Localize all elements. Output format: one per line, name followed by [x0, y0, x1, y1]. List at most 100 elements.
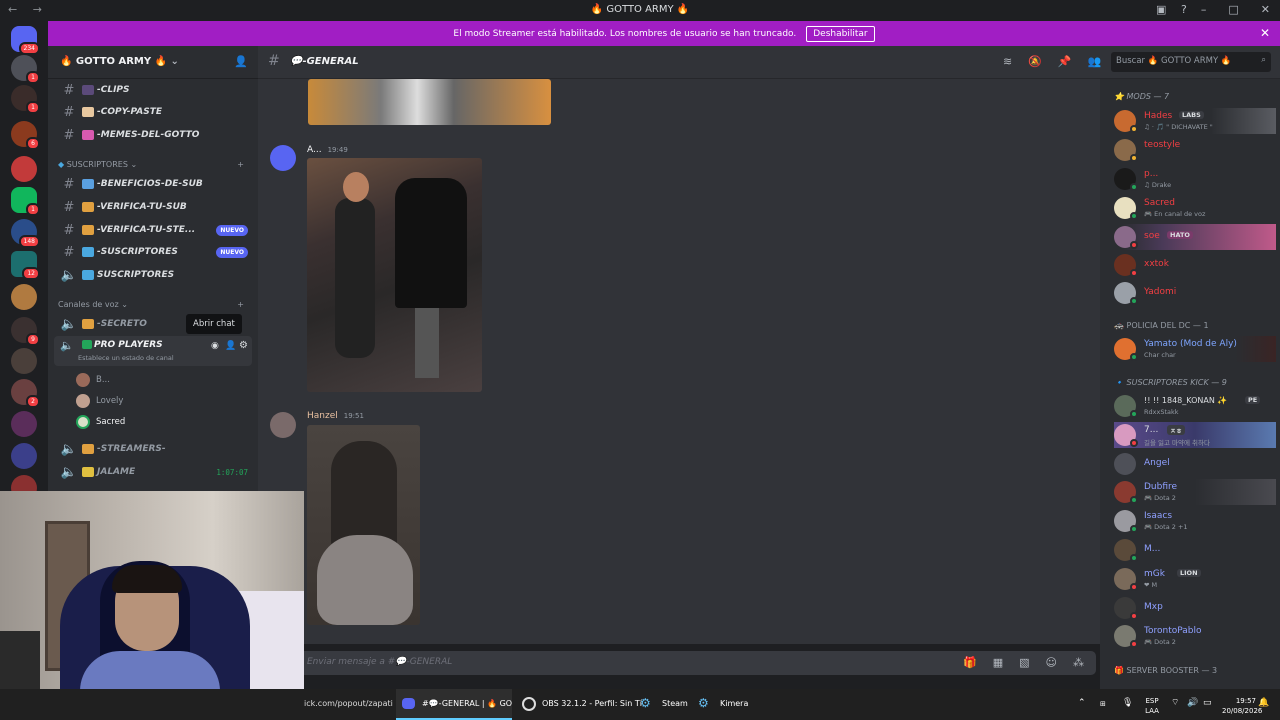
close-banner-icon[interactable]: ✕: [1260, 26, 1270, 40]
member-row[interactable]: Angel: [1114, 451, 1276, 477]
wifi-icon[interactable]: ⌔: [1171, 698, 1179, 708]
member-row[interactable]: TorontoPablo 🎮 Dota 2: [1114, 623, 1276, 649]
sticker-icon[interactable]: ▧: [1019, 656, 1029, 669]
minimize-icon[interactable]: –: [1201, 3, 1207, 16]
microphone-icon[interactable]: 🎙: [1122, 698, 1133, 708]
server-icon[interactable]: 6: [11, 121, 40, 150]
avatar[interactable]: [270, 145, 296, 171]
channel-verifica-ste[interactable]: # -VERIFICA-TU-STE... NUEVO: [56, 220, 254, 240]
channel-verifica-sub[interactable]: # -VERIFICA-TU-SUB: [56, 197, 254, 217]
gift-icon[interactable]: 🎁: [963, 656, 977, 669]
channel-status[interactable]: Establece un estado de canal: [78, 354, 174, 362]
member-row[interactable]: 7... ㅈㅎ 길을 잃고 마약에 취하다: [1114, 422, 1276, 448]
server-icon[interactable]: 9: [11, 317, 40, 346]
taskbar-browser-item[interactable]: ick.com/popout/zapati: [304, 699, 393, 708]
member-row[interactable]: M...: [1114, 537, 1276, 563]
server-icon[interactable]: 1: [11, 187, 40, 216]
message-image[interactable]: [307, 158, 482, 392]
member-row[interactable]: soe HATO: [1114, 224, 1276, 250]
author-name[interactable]: Hanzel: [307, 411, 338, 421]
disable-streamer-button[interactable]: Deshabilitar: [806, 25, 875, 42]
channel-suscriptores-text[interactable]: # -SUSCRIPTORES NUEVO: [56, 242, 254, 262]
message-image[interactable]: [308, 79, 551, 125]
server-icon[interactable]: [11, 443, 37, 469]
server-header[interactable]: 🔥 GOTTO ARMY 🔥 ⌄ 👤: [48, 46, 258, 79]
add-channel-icon[interactable]: +: [237, 300, 244, 309]
taskbar-obs-item[interactable]: OBS 32.1.2 - Perfil: Sin Tí: [520, 689, 642, 720]
server-icon[interactable]: [11, 284, 37, 310]
member-row[interactable]: Hades LABS ♫ · 🎵 " DICHAVATE ": [1114, 108, 1276, 134]
member-row[interactable]: Mxp: [1114, 595, 1276, 621]
member-row[interactable]: xxtok: [1114, 252, 1276, 278]
author-name[interactable]: A...: [307, 145, 322, 155]
search-input[interactable]: Buscar 🔥 GOTTO ARMY 🔥 ⌕: [1111, 52, 1271, 72]
clock[interactable]: 19:57 20/08/2026: [1222, 696, 1262, 716]
notifications-icon[interactable]: 🔔: [1258, 698, 1269, 708]
chevron-up-icon[interactable]: ⌃: [1078, 698, 1086, 708]
emoji-icon[interactable]: ☺: [1046, 656, 1057, 669]
member-list-icon[interactable]: 👥: [1088, 55, 1102, 68]
inbox-icon[interactable]: ▣: [1156, 3, 1166, 16]
threads-icon[interactable]: ≋: [1003, 55, 1012, 68]
invite-icon[interactable]: 👤: [225, 341, 236, 351]
member-row[interactable]: Isaacs 🎮 Dota 2 +1: [1114, 508, 1276, 534]
mute-bell-icon[interactable]: 🔕: [1028, 55, 1042, 68]
voice-user[interactable]: B...: [76, 371, 110, 389]
gear-icon[interactable]: ⚙: [239, 340, 248, 351]
gif-icon[interactable]: ▦: [993, 656, 1003, 669]
server-icon[interactable]: 12: [11, 251, 40, 280]
message-image[interactable]: [307, 425, 420, 625]
voice-channel-jalame[interactable]: 🔈 JALAME 1:07:07: [56, 462, 254, 482]
member-row[interactable]: Yadomi: [1114, 280, 1276, 306]
server-icon[interactable]: 1: [11, 55, 40, 84]
message-author[interactable]: A... 19:49: [307, 145, 348, 155]
server-icon[interactable]: [11, 411, 37, 437]
maximize-icon[interactable]: □: [1228, 3, 1238, 16]
close-icon[interactable]: ✕: [1261, 3, 1270, 16]
direct-messages-icon[interactable]: 234: [11, 26, 40, 55]
server-icon[interactable]: 148: [11, 219, 40, 248]
voice-channel-streamers[interactable]: 🔈 -STREAMERS-: [56, 439, 254, 459]
avatar[interactable]: [270, 412, 296, 438]
server-icon[interactable]: 2: [11, 379, 40, 408]
battery-icon[interactable]: ▭: [1203, 698, 1212, 708]
category-suscriptores[interactable]: ◆ SUSCRIPTORES ⌄ +: [58, 160, 248, 169]
chat-icon[interactable]: ◉: [211, 341, 219, 351]
window-controls: – □ ✕: [1201, 3, 1270, 16]
member-row[interactable]: Dubfire 🎮 Dota 2: [1114, 479, 1276, 505]
channel-beneficios[interactable]: # -BENEFICIOS-DE-SUB: [56, 174, 254, 194]
taskbar-kimera-item[interactable]: ⚙ Kimera: [698, 689, 758, 720]
channel-suscriptores-voice[interactable]: 🔈 SUSCRIPTORES: [56, 265, 254, 285]
apps-icon[interactable]: ⁂: [1073, 656, 1084, 669]
channel-clips[interactable]: # -CLIPS: [56, 80, 254, 100]
channel-copy-paste[interactable]: # -COPY-PASTE: [56, 102, 254, 122]
network-tray-icon[interactable]: ⊞: [1100, 699, 1106, 709]
pin-icon[interactable]: 📌: [1058, 55, 1072, 68]
voice-user[interactable]: Lovely: [76, 392, 123, 410]
volume-icon[interactable]: 🔊: [1187, 698, 1198, 708]
member-row[interactable]: teostyle: [1114, 137, 1276, 163]
status-dot: [1130, 525, 1138, 533]
avatar: [76, 373, 90, 387]
member-row[interactable]: p... ♫ Drake: [1114, 166, 1276, 192]
member-row[interactable]: Sacred 🎮 En canal de voz: [1114, 195, 1276, 221]
channel-memes[interactable]: # -MEMES-DEL-GOTTO: [56, 125, 254, 145]
member-row[interactable]: mGk LION ❤ M: [1114, 566, 1276, 592]
voice-user[interactable]: Sacred: [76, 413, 125, 431]
category-voice[interactable]: Canales de voz ⌄ +: [58, 300, 248, 309]
server-icon[interactable]: [11, 156, 37, 182]
member-row[interactable]: !! !! 1848_KONAN ✨ PE RdxxStakk: [1114, 393, 1276, 419]
member-row[interactable]: Yamato (Mod de Aly) Char char: [1114, 336, 1276, 362]
add-member-icon[interactable]: 👤: [234, 55, 248, 68]
taskbar-steam-item[interactable]: ⚙ Steam: [640, 689, 696, 720]
voice-channel-pro-players[interactable]: 🔈 PRO PLAYERS Establece un estado de can…: [54, 336, 252, 366]
add-channel-icon[interactable]: +: [237, 160, 244, 169]
message-input[interactable]: Enviar mensaje a #💬-GENERAL 🎁 ▦ ▧ ☺ ⁂: [296, 651, 1096, 675]
help-icon[interactable]: ?: [1181, 3, 1187, 16]
server-icon[interactable]: 1: [11, 85, 40, 114]
language-indicator[interactable]: ESP LAA: [1140, 696, 1164, 716]
taskbar-discord-item[interactable]: #💬-GENERAL | 🔥 GO: [396, 689, 512, 720]
message-author[interactable]: Hanzel 19:51: [307, 411, 364, 421]
message-timestamp: 19:49: [327, 146, 348, 154]
server-icon[interactable]: [11, 348, 37, 374]
